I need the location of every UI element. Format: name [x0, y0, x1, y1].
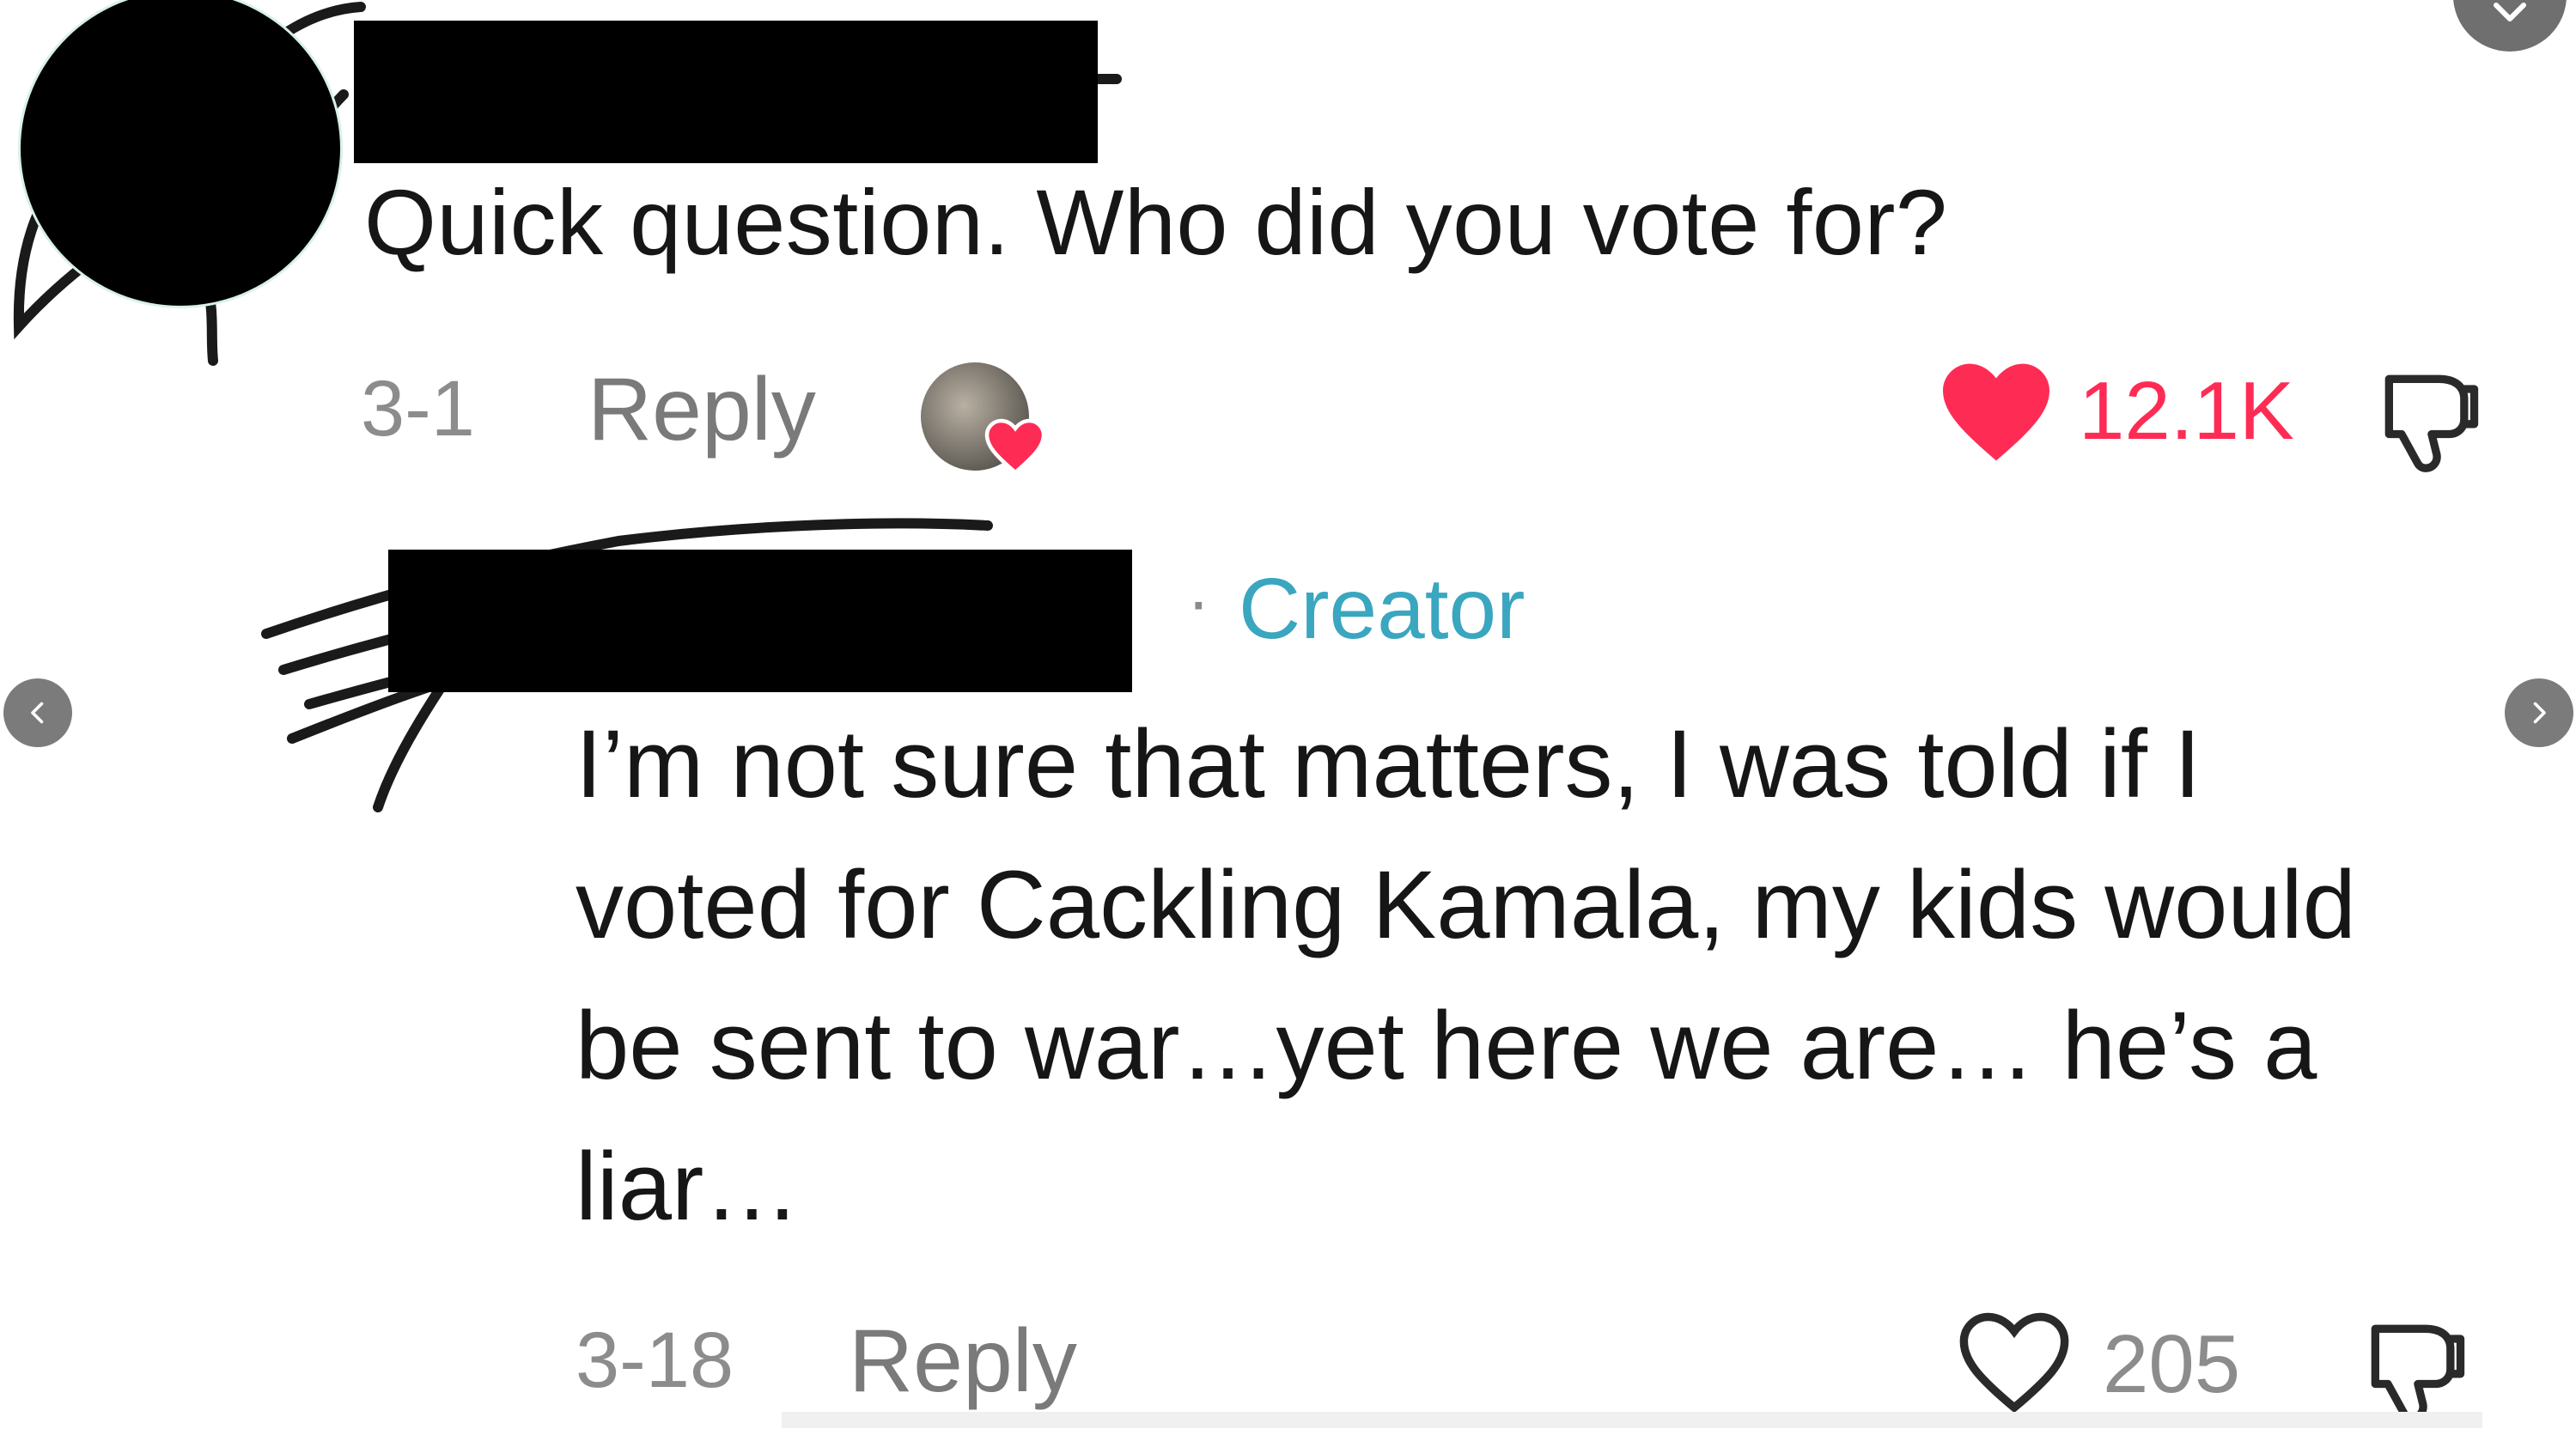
avatar[interactable]	[21, 0, 340, 306]
chevron-right-icon	[2533, 702, 2546, 724]
creator-liked-avatar	[921, 362, 1046, 475]
close-button[interactable]	[2453, 0, 2567, 52]
comment-like-count: 12.1K	[2079, 365, 2294, 457]
reply-date: 3-18	[575, 1317, 734, 1404]
comment-text: Quick question. Who did you vote for?	[364, 170, 1948, 274]
heart-icon[interactable]	[1938, 359, 2055, 465]
redacted-username	[388, 550, 1132, 692]
chevron-left-icon	[31, 702, 44, 724]
thumbs-down-icon[interactable]	[2355, 1309, 2476, 1429]
reply-text: I’m not sure that matters, I was told if…	[575, 710, 2356, 1240]
next-button[interactable]	[2505, 678, 2573, 747]
creator-badge: Creator	[1239, 561, 1526, 657]
heart-icon[interactable]	[1957, 1309, 2072, 1415]
thumbs-down-icon[interactable]	[2369, 359, 2489, 479]
close-icon	[2494, 3, 2526, 21]
reply-like-count: 205	[2103, 1318, 2241, 1410]
comment-date: 3-1	[361, 365, 475, 453]
comment-reply-button[interactable]: Reply	[588, 359, 816, 461]
previous-button[interactable]	[3, 678, 72, 747]
reply-reply-button[interactable]: Reply	[849, 1310, 1077, 1413]
badge-separator: ·	[1187, 562, 1210, 639]
heart-icon	[984, 418, 1046, 475]
redacted-username	[354, 21, 1098, 163]
bottom-divider	[782, 1412, 2482, 1428]
